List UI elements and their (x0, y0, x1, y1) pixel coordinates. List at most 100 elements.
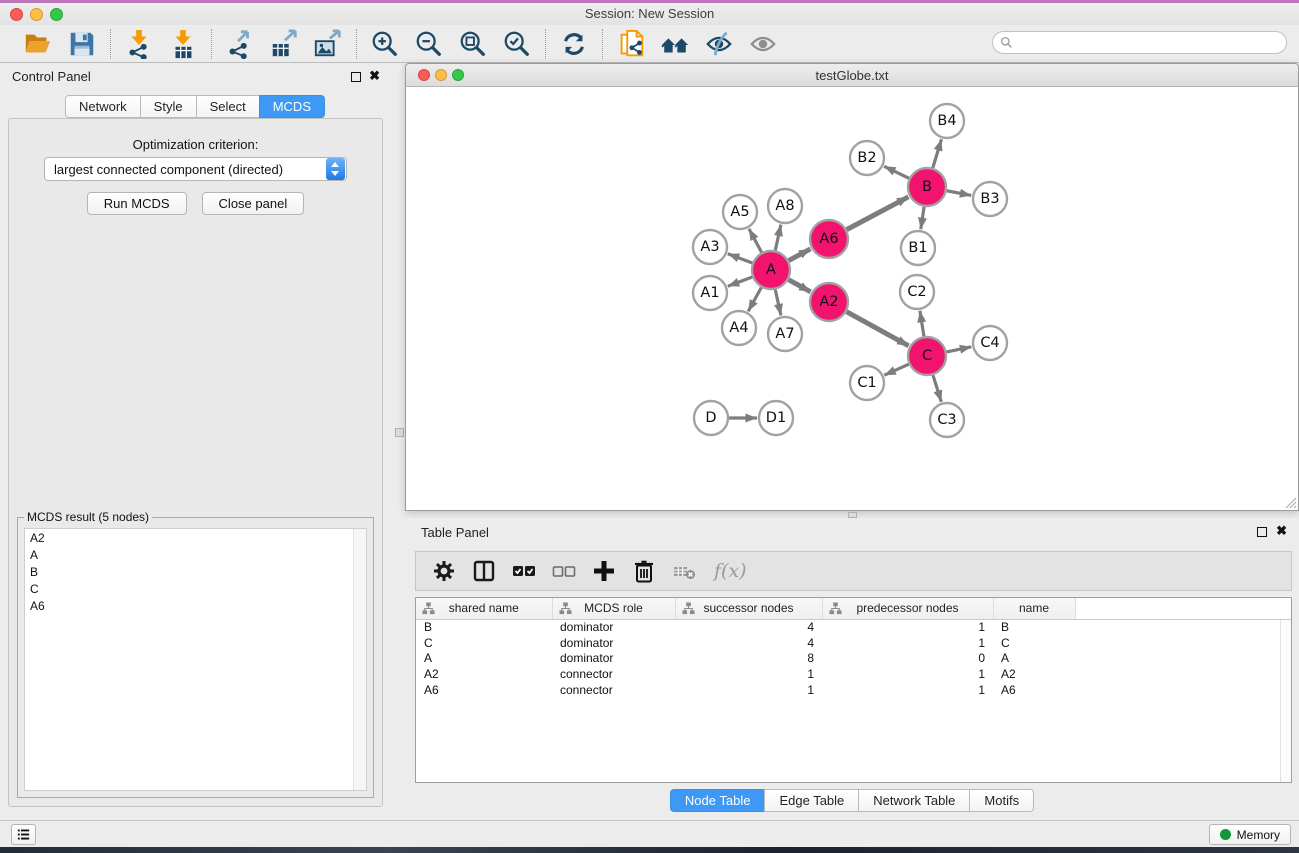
export-image-icon[interactable] (313, 29, 343, 59)
search-input[interactable] (1013, 32, 1286, 53)
tab-network[interactable]: Network (65, 95, 141, 118)
table-row[interactable]: Adominator80A (416, 650, 1291, 666)
mcds-result-item[interactable]: B (25, 563, 366, 580)
memory-button[interactable]: Memory (1209, 824, 1291, 845)
float-panel-icon[interactable] (1257, 527, 1267, 537)
graph-edge-A-A4[interactable] (748, 288, 761, 312)
graph-edge-C-C4[interactable] (947, 347, 972, 352)
column-header-MCDS-role[interactable]: MCDS role (552, 598, 675, 619)
graph-edge-B-B1[interactable] (921, 207, 924, 229)
table-cell[interactable]: A (993, 650, 1075, 666)
graph-edge-A-A5[interactable] (749, 229, 762, 253)
tab-select[interactable]: Select (196, 95, 260, 118)
table-cell[interactable]: A6 (416, 682, 552, 698)
zoom-in-icon[interactable] (370, 29, 400, 59)
network-canvas[interactable]: B4B2BB3A8A5A6A3B1AC2A1A2A4A7C4CC1DD1C3 (406, 87, 1298, 510)
network-graph[interactable]: B4B2BB3A8A5A6A3B1AC2A1A2A4A7C4CC1DD1C3 (406, 87, 1298, 510)
task-history-button[interactable] (11, 824, 36, 845)
column-header-shared-name[interactable]: shared name (416, 598, 552, 619)
open-session-icon[interactable] (23, 29, 53, 59)
table-cell[interactable]: 4 (675, 619, 822, 635)
graph-edge-B-B4[interactable] (933, 139, 942, 168)
table-cell[interactable]: dominator (552, 650, 675, 666)
show-graphics-details-icon[interactable] (748, 29, 778, 59)
table-cell[interactable]: B (416, 619, 552, 635)
graph-edge-A-A6[interactable] (789, 249, 811, 261)
table-cell[interactable]: C (993, 635, 1075, 651)
export-network-icon[interactable] (225, 29, 255, 59)
tab-style[interactable]: Style (140, 95, 197, 118)
table-cell[interactable]: connector (552, 666, 675, 682)
table-scrollbar[interactable] (1280, 620, 1291, 782)
zoom-out-icon[interactable] (414, 29, 444, 59)
close-panel-icon[interactable]: ✖ (369, 69, 380, 82)
import-table-icon[interactable] (168, 29, 198, 59)
settings-gear-icon[interactable] (432, 559, 456, 583)
table-row[interactable]: Bdominator41B (416, 619, 1291, 635)
optimization-criterion-select[interactable]: largest connected component (directed) (44, 157, 347, 181)
tab-edge-table[interactable]: Edge Table (764, 789, 859, 812)
export-table-icon[interactable] (269, 29, 299, 59)
table-cell[interactable]: connector (552, 682, 675, 698)
graph-edge-A-A3[interactable] (728, 254, 753, 263)
table-cell[interactable]: B (993, 619, 1075, 635)
graph-edge-A-A8[interactable] (775, 225, 781, 251)
float-panel-icon[interactable] (351, 72, 361, 82)
mcds-result-item[interactable]: A (25, 546, 366, 563)
zoom-fit-icon[interactable] (458, 29, 488, 59)
table-cell[interactable]: A6 (993, 682, 1075, 698)
close-panel-icon[interactable]: ✖ (1276, 524, 1287, 537)
mcds-result-item[interactable]: A6 (25, 597, 366, 614)
table-cell[interactable]: 4 (675, 635, 822, 651)
graph-edge-A-A1[interactable] (728, 277, 753, 286)
close-panel-button[interactable]: Close panel (202, 192, 305, 215)
table-cell[interactable]: 1 (822, 666, 993, 682)
table-cell[interactable]: 1 (675, 682, 822, 698)
table-row[interactable]: Cdominator41C (416, 635, 1291, 651)
table-row[interactable]: A6connector11A6 (416, 682, 1291, 698)
run-mcds-button[interactable]: Run MCDS (87, 192, 187, 215)
split-view-icon[interactable] (472, 559, 496, 583)
table-cell[interactable]: dominator (552, 619, 675, 635)
column-header-successor-nodes[interactable]: successor nodes (675, 598, 822, 619)
show-all-networks-icon[interactable] (660, 29, 690, 59)
network-from-file-icon[interactable] (616, 29, 646, 59)
graph-edge-A-A7[interactable] (775, 290, 781, 316)
table-cell[interactable]: 1 (822, 635, 993, 651)
graph-edge-A6-B[interactable] (847, 197, 909, 230)
tab-motifs[interactable]: Motifs (969, 789, 1034, 812)
deselect-all-icon[interactable] (552, 559, 576, 583)
graph-edge-A2-C[interactable] (847, 312, 909, 346)
zoom-selected-icon[interactable] (502, 29, 532, 59)
list-scrollbar[interactable] (353, 529, 366, 790)
mcds-result-item[interactable]: C (25, 580, 366, 597)
graph-edge-C-C2[interactable] (920, 311, 924, 336)
graph-edge-B-B2[interactable] (884, 166, 909, 178)
column-header-name[interactable]: name (993, 598, 1075, 619)
mcds-result-item[interactable]: A2 (25, 529, 366, 546)
graph-edge-C-C3[interactable] (933, 375, 941, 402)
graph-edge-B-B3[interactable] (947, 191, 972, 196)
graph-edge-A-A2[interactable] (789, 280, 811, 292)
tab-mcds[interactable]: MCDS (259, 95, 325, 118)
table-cell[interactable]: C (416, 635, 552, 651)
hide-graphics-details-icon[interactable] (704, 29, 734, 59)
select-all-icon[interactable] (512, 559, 536, 583)
mcds-result-list[interactable]: A2ABCA6 (24, 528, 367, 791)
node-table[interactable]: shared nameMCDS rolesuccessor nodesprede… (416, 598, 1291, 697)
table-cell[interactable]: A2 (416, 666, 552, 682)
column-header-predecessor-nodes[interactable]: predecessor nodes (822, 598, 993, 619)
graph-edge-C-C1[interactable] (884, 364, 908, 375)
table-cell[interactable]: 1 (822, 619, 993, 635)
tab-network-table[interactable]: Network Table (858, 789, 970, 812)
table-cell[interactable]: 0 (822, 650, 993, 666)
add-icon[interactable] (592, 559, 616, 583)
table-cell[interactable]: 8 (675, 650, 822, 666)
table-cell[interactable]: dominator (552, 635, 675, 651)
import-network-icon[interactable] (124, 29, 154, 59)
refresh-view-icon[interactable] (559, 29, 589, 59)
window-resize-grip[interactable] (1284, 496, 1297, 509)
search-field[interactable] (992, 31, 1287, 54)
vertical-splitter-handle[interactable] (395, 428, 404, 437)
table-cell[interactable]: 1 (675, 666, 822, 682)
